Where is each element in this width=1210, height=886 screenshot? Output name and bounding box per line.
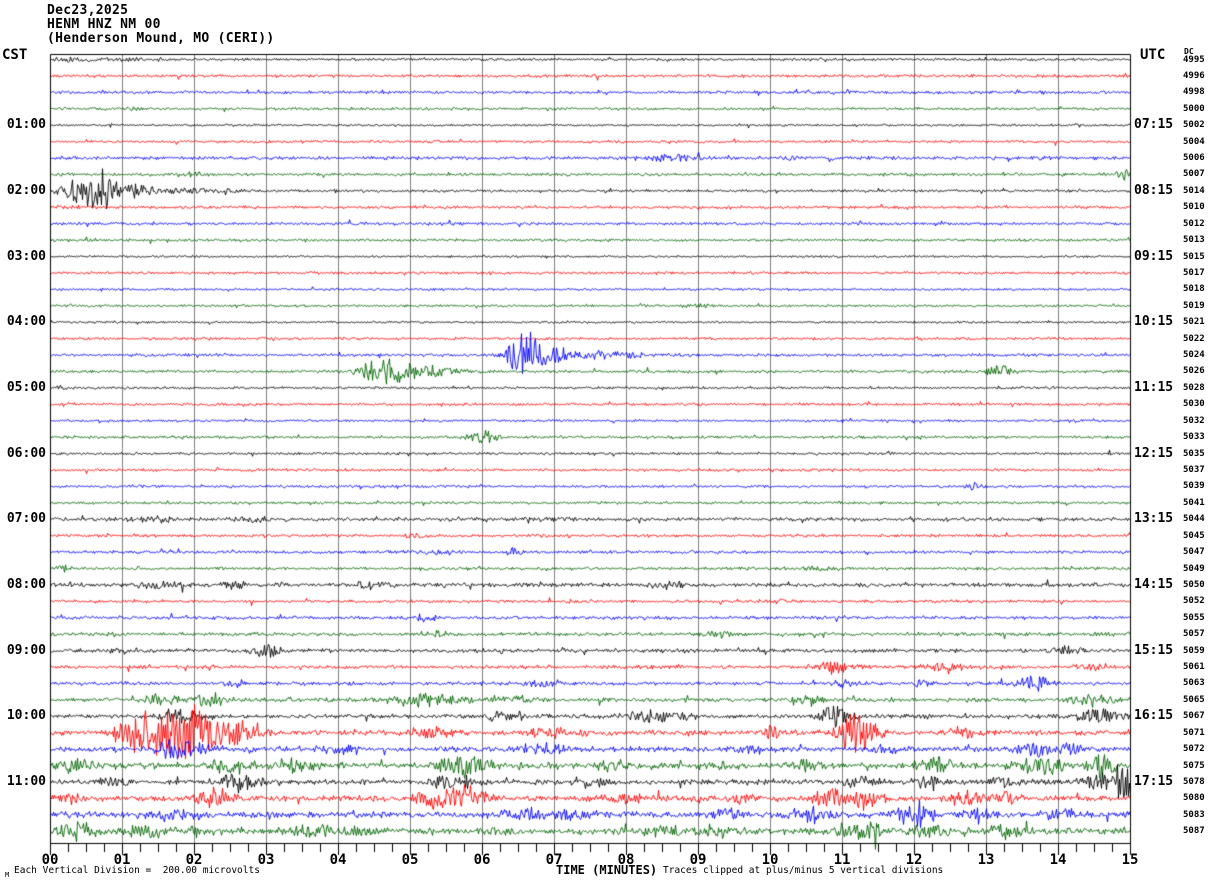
utc-hour-label: 14:15 bbox=[1134, 576, 1174, 592]
dc-value: 5022 bbox=[1183, 333, 1205, 344]
utc-hour-label: 13:15 bbox=[1134, 511, 1174, 527]
x-axis-tick-label: 14 bbox=[1049, 852, 1067, 868]
dc-value: 5044 bbox=[1183, 514, 1205, 525]
dc-value: 5032 bbox=[1183, 415, 1205, 426]
dc-value: 5041 bbox=[1183, 497, 1205, 508]
dc-value: 5059 bbox=[1183, 645, 1205, 656]
utc-hour-label: 16:15 bbox=[1134, 708, 1174, 724]
x-axis-tick-label: 13 bbox=[977, 852, 995, 868]
dc-value: 5063 bbox=[1183, 678, 1205, 689]
dc-value: 5000 bbox=[1183, 103, 1205, 114]
dc-value: 5061 bbox=[1183, 662, 1205, 673]
dc-value: 5067 bbox=[1183, 711, 1205, 722]
dc-value: 5080 bbox=[1183, 793, 1205, 804]
dc-value: 5049 bbox=[1183, 563, 1205, 574]
cst-hour-label: 06:00 bbox=[6, 445, 46, 461]
cst-hour-label: 05:00 bbox=[6, 379, 46, 395]
cst-hour-label: 01:00 bbox=[6, 117, 46, 133]
cst-hour-label: 09:00 bbox=[6, 642, 46, 658]
scale-note: Each Vertical Division = 200.00 microvol… bbox=[14, 865, 260, 876]
dc-value: 5037 bbox=[1183, 465, 1205, 475]
dc-value: 5071 bbox=[1183, 727, 1205, 738]
cst-hour-label: 04:00 bbox=[6, 314, 46, 330]
station-name: (Henderson Mound, MO (CERI)) bbox=[47, 31, 275, 46]
dc-value: 5013 bbox=[1183, 235, 1205, 246]
cst-hour-label: 07:00 bbox=[6, 511, 46, 527]
dc-value: 5030 bbox=[1183, 399, 1205, 410]
right-axis-header: UTC bbox=[1140, 47, 1166, 63]
x-axis-title: TIME (MINUTES) bbox=[556, 863, 658, 877]
dc-value: 5055 bbox=[1183, 612, 1205, 623]
dc-value: 5021 bbox=[1183, 317, 1205, 328]
x-axis-tick-label: 05 bbox=[401, 852, 419, 868]
dc-value: 5018 bbox=[1183, 284, 1205, 295]
dc-value: 5039 bbox=[1183, 481, 1205, 492]
dc-value: 5078 bbox=[1183, 776, 1205, 787]
dc-value: 5033 bbox=[1183, 432, 1205, 443]
dc-value: 5014 bbox=[1183, 185, 1205, 196]
dc-value: 4995 bbox=[1183, 54, 1205, 65]
dc-value: 5052 bbox=[1183, 596, 1205, 607]
utc-hour-label: 10:15 bbox=[1134, 314, 1174, 330]
cst-hour-label: 02:00 bbox=[6, 182, 46, 198]
station-code: HENM HNZ NM 00 bbox=[47, 17, 161, 32]
dc-value: 5050 bbox=[1183, 579, 1205, 590]
date-title: Dec23,2025 bbox=[47, 3, 129, 18]
dc-value: 5015 bbox=[1183, 251, 1205, 262]
dc-value: 5024 bbox=[1183, 350, 1205, 361]
left-axis-header: CST bbox=[2, 47, 28, 63]
utc-hour-label: 11:15 bbox=[1134, 379, 1174, 395]
corner-mark: M bbox=[5, 871, 10, 879]
helicorder-plot bbox=[0, 0, 1210, 886]
x-axis-tick-label: 04 bbox=[329, 852, 347, 868]
dc-value: 5028 bbox=[1183, 382, 1205, 393]
cst-hour-label: 08:00 bbox=[6, 576, 46, 592]
clipping-note: Traces clipped at plus/minus 5 vertical … bbox=[663, 865, 944, 876]
cst-hour-label: 03:00 bbox=[6, 248, 46, 264]
utc-hour-label: 09:15 bbox=[1134, 248, 1174, 264]
utc-hour-label: 08:15 bbox=[1134, 182, 1174, 198]
dc-value: 5026 bbox=[1183, 366, 1205, 377]
dc-value: 5065 bbox=[1183, 694, 1205, 705]
dc-value: 5083 bbox=[1183, 809, 1205, 820]
x-axis-tick-label: 06 bbox=[473, 852, 491, 868]
cst-hour-label: 10:00 bbox=[6, 708, 46, 724]
utc-hour-label: 07:15 bbox=[1134, 117, 1174, 133]
cst-hour-label: 11:00 bbox=[6, 773, 46, 789]
dc-value: 4996 bbox=[1183, 70, 1205, 81]
dc-value: 5004 bbox=[1183, 136, 1205, 147]
dc-value: 5057 bbox=[1183, 629, 1205, 640]
dc-value: 5002 bbox=[1183, 120, 1205, 131]
dc-value: 5045 bbox=[1183, 530, 1205, 541]
dc-value: 5047 bbox=[1183, 547, 1205, 558]
utc-hour-label: 15:15 bbox=[1134, 642, 1174, 658]
utc-hour-label: 12:15 bbox=[1134, 445, 1174, 461]
dc-value: 5006 bbox=[1183, 153, 1205, 164]
dc-value: 5087 bbox=[1183, 826, 1205, 837]
dc-value: 5035 bbox=[1183, 448, 1205, 459]
dc-value: 5072 bbox=[1183, 744, 1205, 755]
helicorder-page: Dec23,2025 HENM HNZ NM 00 (Henderson Mou… bbox=[0, 0, 1210, 886]
x-axis-tick-label: 15 bbox=[1121, 852, 1139, 868]
dc-value: 5075 bbox=[1183, 760, 1205, 771]
dc-value: 4998 bbox=[1183, 87, 1205, 98]
dc-value: 5012 bbox=[1183, 218, 1205, 229]
dc-value: 5019 bbox=[1183, 300, 1205, 311]
dc-value: 5007 bbox=[1183, 169, 1205, 180]
dc-value: 5010 bbox=[1183, 202, 1205, 213]
utc-hour-label: 17:15 bbox=[1134, 773, 1174, 789]
dc-value: 5017 bbox=[1183, 267, 1205, 278]
